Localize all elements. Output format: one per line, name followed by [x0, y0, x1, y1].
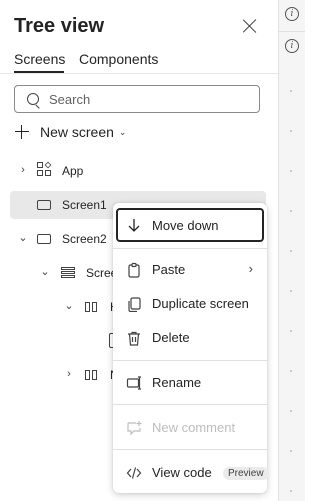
menu-item-move-down[interactable]: Move down — [116, 208, 264, 242]
menu-item-label: View code — [152, 465, 212, 480]
dot — [290, 90, 292, 92]
dot — [290, 330, 292, 332]
context-menu: Move down Paste › Duplicate screen Delet… — [113, 203, 269, 493]
screen-icon — [37, 200, 51, 210]
plus-icon — [14, 124, 30, 140]
tab-screens[interactable]: Screens — [14, 51, 65, 67]
info-button-2[interactable]: i — [279, 32, 305, 60]
info-button-1[interactable]: i — [279, 0, 305, 28]
tree-item-label: App — [62, 164, 84, 178]
chevron-right-icon[interactable]: › — [18, 164, 28, 176]
menu-item-duplicate-screen[interactable]: Duplicate screen — [117, 288, 263, 320]
menu-item-rename[interactable]: Rename — [117, 367, 263, 399]
dot — [290, 250, 292, 252]
dot — [290, 370, 292, 372]
info-icon: i — [285, 7, 299, 21]
dot — [290, 210, 292, 212]
info-icon: i — [285, 39, 299, 53]
tree-item-label: Screen2 — [62, 232, 107, 246]
new-screen-label: New screen — [40, 124, 114, 140]
dot — [290, 450, 292, 452]
chevron-down-icon[interactable]: ⌄ — [64, 300, 74, 312]
menu-item-label: Rename — [152, 375, 202, 390]
dot — [290, 410, 292, 412]
search-icon — [27, 93, 39, 105]
panel-title: Tree view — [14, 15, 105, 37]
dot — [290, 170, 292, 172]
divider — [0, 73, 278, 74]
screen-icon — [37, 234, 51, 244]
chevron-right-icon: › — [248, 261, 253, 276]
menu-item-label: Paste — [152, 262, 186, 277]
menu-item-view-code[interactable]: View code Preview — [117, 457, 269, 489]
horizontal-container-icon — [85, 370, 99, 380]
menu-item-label: Delete — [152, 330, 190, 345]
divider — [113, 360, 267, 361]
right-strip: i i — [278, 0, 305, 501]
delete-icon — [128, 331, 140, 346]
comment-add-icon — [127, 421, 142, 436]
chevron-down-icon[interactable]: ⌄ — [18, 232, 28, 244]
tree-item-app[interactable]: › App — [10, 157, 266, 185]
horizontal-container-icon — [85, 302, 99, 312]
close-icon[interactable] — [240, 16, 260, 36]
app-icon — [37, 161, 52, 176]
duplicate-icon — [128, 297, 141, 312]
menu-item-label: Move down — [152, 218, 219, 233]
chevron-down-icon[interactable]: ⌄ — [40, 266, 50, 278]
chevron-down-icon: ⌄ — [118, 126, 127, 137]
new-screen-button[interactable]: New screen ⌄ — [14, 122, 126, 142]
search-placeholder: Search — [49, 92, 91, 107]
tree-item-label: Screen1 — [62, 198, 107, 212]
rename-icon — [126, 376, 141, 390]
dot — [290, 490, 292, 492]
menu-item-label: Duplicate screen — [152, 296, 249, 311]
menu-item-paste[interactable]: Paste › — [117, 254, 263, 286]
paste-icon — [128, 262, 140, 278]
divider — [113, 404, 267, 405]
menu-item-new-comment: New comment — [117, 412, 263, 444]
preview-badge: Preview — [223, 467, 269, 480]
code-icon — [126, 467, 142, 479]
menu-item-delete[interactable]: Delete — [117, 322, 263, 354]
arrow-down-icon — [128, 219, 140, 232]
divider — [113, 449, 267, 450]
container-icon — [61, 267, 75, 279]
dot — [290, 130, 292, 132]
search-input[interactable]: Search — [14, 85, 260, 113]
menu-item-label: New comment — [152, 420, 236, 435]
dot — [290, 290, 292, 292]
chevron-right-icon[interactable]: › — [64, 368, 74, 380]
tab-components[interactable]: Components — [79, 51, 158, 67]
divider — [113, 248, 267, 249]
